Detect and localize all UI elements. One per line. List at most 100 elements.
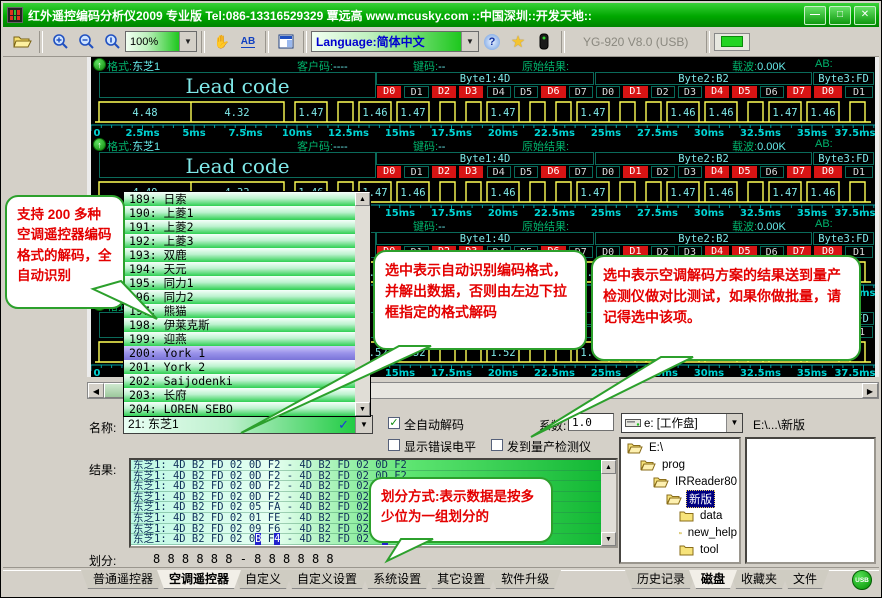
send-detector-label[interactable]: 发到量产检测仪	[507, 438, 591, 455]
dropdown-item[interactable]: 194: 天元	[124, 262, 355, 276]
coefficient-input[interactable]	[568, 413, 614, 431]
scroll-left-button[interactable]: ◀	[88, 383, 104, 398]
dropdown-item[interactable]: 200: York 1	[124, 346, 355, 360]
svg-text:10ms: 10ms	[282, 128, 312, 137]
zoom-level-combobox[interactable]: 100% ▼	[125, 31, 197, 52]
chevron-down-icon[interactable]: ▼	[179, 32, 196, 51]
dropdown-item[interactable]: 199: 迎燕	[124, 332, 355, 346]
scroll-up-button[interactable]: ▲	[355, 192, 370, 206]
show-error-label[interactable]: 显示错误电平	[404, 438, 476, 455]
tree-item-[interactable]: 新版	[621, 490, 739, 507]
help-button[interactable]: ?	[479, 29, 505, 55]
zoom-in-button[interactable]	[47, 29, 73, 55]
chevron-down-icon[interactable]: ▼	[726, 414, 742, 432]
tab-其它设置[interactable]: 其它设置	[425, 570, 497, 589]
format-combobox[interactable]: 21: 东芝1✓ ▼	[123, 415, 373, 434]
dropdown-item[interactable]: 198: 伊莱克斯	[124, 318, 355, 332]
tab-空调遥控器[interactable]: 空调遥控器	[157, 570, 241, 589]
tab-文件[interactable]: 文件	[781, 570, 829, 589]
tab-普通遥控器[interactable]: 普通遥控器	[81, 570, 165, 589]
bit-cell-d7: D7	[787, 86, 811, 98]
toolbar-separator	[265, 31, 269, 53]
dropdown-item[interactable]: 204: LOREN SEBO	[124, 402, 355, 416]
tree-item-data[interactable]: data	[621, 507, 739, 524]
folder-tree[interactable]: E:\progIRReader80新版datanew_helptool	[619, 437, 741, 564]
display-window-button[interactable]	[273, 29, 299, 55]
svg-text:25ms: 25ms	[591, 128, 621, 137]
auto-decode-checkbox[interactable]: ✓	[388, 417, 400, 429]
dropdown-scrollbar[interactable]: ▲ ▼	[355, 192, 370, 416]
svg-text:4.32: 4.32	[224, 107, 249, 119]
panel-scroll-up-icon[interactable]: ↑	[93, 58, 106, 71]
zoom-reset-button[interactable]	[99, 29, 125, 55]
panel-scroll-up-icon[interactable]: ↑	[93, 138, 106, 151]
language-combobox[interactable]: Language:简体中文 ▼	[311, 31, 479, 52]
byte-header: Byte2:B2	[595, 72, 812, 85]
tree-item-e[interactable]: E:\	[621, 439, 739, 456]
svg-text:27.5ms: 27.5ms	[637, 128, 678, 137]
coefficient-label: 系数:	[539, 417, 566, 434]
tab-收藏夹[interactable]: 收藏夹	[729, 570, 789, 589]
byte-header: Byte3:FD	[813, 152, 874, 165]
chevron-down-icon[interactable]: ▼	[355, 416, 372, 433]
dropdown-item[interactable]: 193: 双鹿	[124, 248, 355, 262]
results-scrollbar[interactable]: ▲ ▼	[601, 460, 616, 546]
auto-decode-label[interactable]: 全自动解码	[404, 416, 464, 433]
dropdown-item[interactable]: 195: 同力1	[124, 276, 355, 290]
dropdown-item[interactable]: 192: 上菱3	[124, 234, 355, 248]
tab-系统设置[interactable]: 系统设置	[361, 570, 433, 589]
svg-text:1.47: 1.47	[670, 187, 695, 199]
tab-自定义设置[interactable]: 自定义设置	[285, 570, 369, 589]
measure-tool-button[interactable]: AB	[235, 29, 261, 55]
tree-item-tool[interactable]: tool	[621, 541, 739, 558]
svg-text:25ms: 25ms	[591, 368, 621, 377]
file-list[interactable]	[745, 437, 876, 564]
tree-item-irreader80[interactable]: IRReader80	[621, 473, 739, 490]
maximize-button[interactable]: □	[829, 6, 851, 25]
zoom-in-icon	[52, 33, 69, 50]
dropdown-item[interactable]: 189: 日索	[124, 192, 355, 206]
bottom-tabs-left: 普通遥控器空调遥控器自定义自定义设置系统设置其它设置软件升级	[85, 570, 557, 589]
svg-text:30ms: 30ms	[694, 368, 724, 377]
callout-format-support: 支持 200 多种空调遥控器编码格式的解码，全自动识别	[5, 195, 125, 309]
dropdown-item[interactable]: 201: York 2	[124, 360, 355, 374]
dropdown-item[interactable]: 197: 熊猫	[124, 304, 355, 318]
bit-cell-d7: D7	[787, 166, 811, 178]
tree-item-prog[interactable]: prog	[621, 456, 739, 473]
svg-text:0: 0	[94, 368, 101, 377]
dropdown-item[interactable]: 203: 长府	[124, 388, 355, 402]
ab-cursor-icon: AB	[241, 36, 255, 48]
minimize-button[interactable]: —	[804, 6, 826, 25]
svg-text:35ms: 35ms	[797, 128, 827, 137]
zoom-out-button[interactable]	[73, 29, 99, 55]
chevron-down-icon[interactable]: ▼	[461, 32, 478, 51]
scroll-up-button[interactable]: ▲	[601, 460, 616, 474]
remote-button[interactable]	[531, 29, 557, 55]
dropdown-item[interactable]: 190: 上菱1	[124, 206, 355, 220]
bit-cell-d7: D7	[569, 86, 593, 98]
open-file-button[interactable]	[9, 29, 35, 55]
folder-icon	[679, 510, 694, 522]
scroll-down-button[interactable]: ▼	[355, 402, 370, 416]
tab-历史记录[interactable]: 历史记录	[625, 570, 697, 589]
tab-自定义[interactable]: 自定义	[233, 570, 293, 589]
tree-item-newhelp[interactable]: new_help	[621, 524, 739, 541]
drive-combobox[interactable]: e: [工作盘] ▼	[621, 413, 743, 433]
svg-text:1.46: 1.46	[670, 107, 695, 119]
pan-tool-button[interactable]: ✋	[209, 29, 235, 55]
tab-软件升级[interactable]: 软件升级	[489, 570, 561, 589]
close-button[interactable]: ✕	[854, 6, 876, 25]
scroll-right-button[interactable]: ▶	[862, 383, 878, 398]
tab-磁盘[interactable]: 磁盘	[689, 570, 737, 589]
dropdown-item[interactable]: 202: Saijodenki	[124, 374, 355, 388]
show-error-checkbox[interactable]	[388, 439, 400, 451]
dropdown-item[interactable]: 191: 上菱2	[124, 220, 355, 234]
scroll-down-button[interactable]: ▼	[601, 532, 616, 546]
bit-cell-d0: D0	[377, 86, 401, 98]
bit-cell-d1: D1	[623, 86, 647, 98]
dropdown-item[interactable]: 196: 同力2	[124, 290, 355, 304]
favorite-button[interactable]: ★	[505, 29, 531, 55]
send-detector-checkbox[interactable]	[491, 439, 503, 451]
open-folder-icon	[653, 476, 669, 488]
svg-text:37.5ms: 37.5ms	[834, 368, 875, 377]
